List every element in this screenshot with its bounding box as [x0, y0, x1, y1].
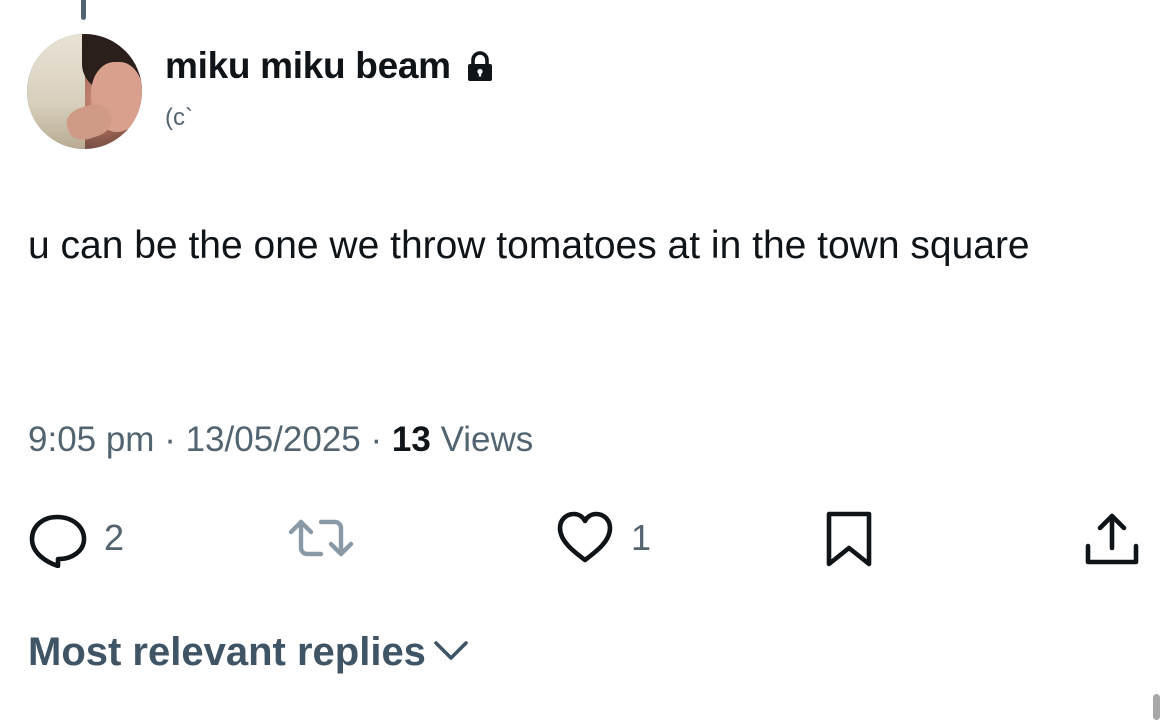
lock-icon — [465, 50, 495, 82]
views-count: 13 — [391, 420, 431, 459]
repost-button[interactable] — [287, 508, 371, 568]
heart-icon — [555, 508, 615, 568]
avatar[interactable] — [27, 34, 142, 149]
views-label: Views — [440, 420, 534, 459]
like-count: 1 — [631, 517, 652, 558]
replies-sort-label: Most relevant replies — [28, 630, 426, 674]
thread-connector-line — [81, 0, 86, 20]
share-icon — [1082, 508, 1142, 570]
reply-icon — [28, 508, 88, 568]
bookmark-button[interactable] — [823, 508, 875, 570]
repost-icon — [287, 508, 355, 568]
scrollbar[interactable] — [1153, 694, 1160, 720]
author-name-row[interactable]: miku miku beam — [165, 45, 495, 87]
chevron-down-icon — [426, 630, 470, 675]
tweet-date[interactable]: 13/05/2025 — [186, 420, 361, 459]
reply-count: 2 — [104, 517, 125, 558]
like-button[interactable]: 1 — [555, 508, 651, 568]
tweet-text: u can be the one we throw tomatoes at in… — [28, 224, 1030, 267]
meta-separator: · — [370, 420, 383, 459]
bookmark-icon — [823, 508, 875, 570]
tweet-meta: 9:05 pm · 13/05/2025 · 13 Views — [28, 420, 533, 460]
tweet-time[interactable]: 9:05 pm — [28, 420, 154, 459]
author-display-name[interactable]: miku miku beam — [165, 45, 451, 87]
reply-button[interactable]: 2 — [28, 508, 124, 568]
share-button[interactable] — [1082, 508, 1142, 570]
author-handle[interactable]: (c` — [165, 104, 193, 132]
replies-sort-dropdown[interactable]: Most relevant replies — [28, 630, 470, 675]
meta-separator: · — [164, 420, 176, 459]
